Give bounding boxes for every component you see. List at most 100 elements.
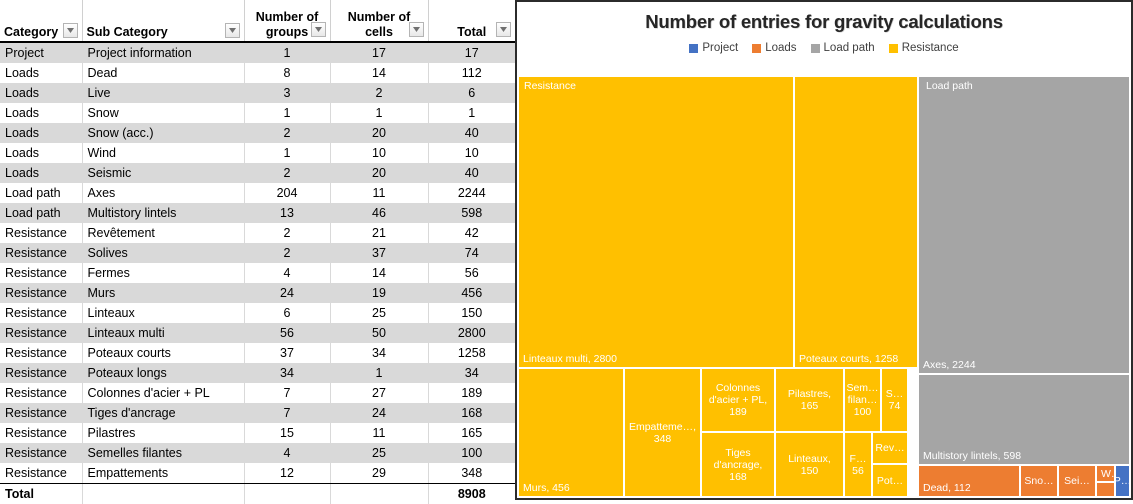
filter-dropdown-category[interactable] — [63, 23, 78, 38]
cell-subcategory[interactable]: Dead — [82, 63, 244, 83]
treemap-tile-dead[interactable]: Dead, 112 — [919, 466, 1019, 496]
legend-item-load-path[interactable]: Load path — [811, 42, 875, 54]
cell-category[interactable]: Resistance — [0, 323, 82, 343]
cell-groups[interactable]: 1 — [244, 42, 330, 63]
treemap-tile-linteaux[interactable]: Linteaux, 150 — [776, 433, 843, 496]
table-row[interactable]: ResistanceColonnes d'acier + PL727189 — [0, 383, 515, 403]
cell-subcategory[interactable]: Tiges d'ancrage — [82, 403, 244, 423]
cell-subcategory[interactable]: Linteaux multi — [82, 323, 244, 343]
table-row[interactable]: ResistanceMurs2419456 — [0, 283, 515, 303]
treemap-tile-murs[interactable]: Murs, 456 — [519, 369, 623, 496]
cell-total[interactable]: 1258 — [428, 343, 515, 363]
cell-category[interactable]: Resistance — [0, 223, 82, 243]
treemap-tile-project-information[interactable]: P… — [1116, 466, 1129, 496]
cell-groups[interactable]: 15 — [244, 423, 330, 443]
cell-groups[interactable]: 4 — [244, 443, 330, 463]
cell-total[interactable]: 165 — [428, 423, 515, 443]
treemap-tile-snow-acc[interactable]: Sno… — [1021, 466, 1057, 496]
cell-groups[interactable]: 56 — [244, 323, 330, 343]
cell-total[interactable]: 17 — [428, 42, 515, 63]
cell-subcategory[interactable]: Poteaux courts — [82, 343, 244, 363]
cell-total[interactable]: 150 — [428, 303, 515, 323]
table-row[interactable]: ResistanceLinteaux multi56502800 — [0, 323, 515, 343]
cell-category[interactable]: Loads — [0, 143, 82, 163]
filter-dropdown-number-of-groups[interactable] — [311, 22, 326, 37]
cell-category[interactable]: Resistance — [0, 303, 82, 323]
table-row[interactable]: Load pathMultistory lintels1346598 — [0, 203, 515, 223]
cell-cells[interactable]: 46 — [330, 203, 428, 223]
cell-subcategory[interactable]: Snow (acc.) — [82, 123, 244, 143]
cell-subcategory[interactable]: Colonnes d'acier + PL — [82, 383, 244, 403]
cell-cells[interactable]: 2 — [330, 83, 428, 103]
cell-total[interactable]: 456 — [428, 283, 515, 303]
cell-subcategory[interactable]: Seismic — [82, 163, 244, 183]
cell-cells[interactable]: 37 — [330, 243, 428, 263]
legend-item-project[interactable]: Project — [689, 42, 738, 54]
table-row[interactable]: ResistancePoteaux courts37341258 — [0, 343, 515, 363]
treemap-tile-wind[interactable]: W… — [1097, 466, 1114, 481]
cell-groups[interactable]: 2 — [244, 223, 330, 243]
table-row[interactable]: LoadsLive326 — [0, 83, 515, 103]
cell-cells[interactable]: 29 — [330, 463, 428, 484]
treemap-tile-empattements[interactable]: Empatteme…, 348 — [625, 369, 700, 496]
cell-cells[interactable]: 27 — [330, 383, 428, 403]
cell-cells[interactable]: 25 — [330, 303, 428, 323]
legend-item-loads[interactable]: Loads — [752, 42, 796, 54]
treemap-tile-pilastres[interactable]: Pilastres, 165 — [776, 369, 843, 431]
cell-cells[interactable]: 10 — [330, 143, 428, 163]
treemap-tile-colonnes-d-acier-pl[interactable]: Colonnes d'acier + PL, 189 — [702, 369, 774, 431]
table-row[interactable]: ResistanceSemelles filantes425100 — [0, 443, 515, 463]
cell-subcategory[interactable]: Live — [82, 83, 244, 103]
cell-category[interactable]: Resistance — [0, 443, 82, 463]
cell-groups[interactable]: 1 — [244, 103, 330, 123]
table-row[interactable]: ResistanceEmpattements1229348 — [0, 463, 515, 484]
cell-category[interactable]: Project — [0, 42, 82, 63]
cell-subcategory[interactable]: Snow — [82, 103, 244, 123]
cell-cells[interactable]: 21 — [330, 223, 428, 243]
cell-category[interactable]: Resistance — [0, 363, 82, 383]
cell-category[interactable]: Loads — [0, 63, 82, 83]
treemap-tile-linteaux-multi[interactable]: Linteaux multi, 2800 — [519, 77, 793, 367]
cell-category[interactable]: Load path — [0, 183, 82, 203]
treemap-tile-fermes[interactable]: F… 56 — [845, 433, 871, 496]
treemap-tile-seismic[interactable]: Sei… — [1059, 466, 1095, 496]
cell-cells[interactable]: 20 — [330, 123, 428, 143]
cell-cells[interactable]: 1 — [330, 103, 428, 123]
cell-total[interactable]: 168 — [428, 403, 515, 423]
cell-category[interactable]: Loads — [0, 163, 82, 183]
cell-total[interactable]: 189 — [428, 383, 515, 403]
cell-cells[interactable]: 25 — [330, 443, 428, 463]
cell-total[interactable]: 40 — [428, 163, 515, 183]
cell-total[interactable]: 100 — [428, 443, 515, 463]
cell-subcategory[interactable]: Fermes — [82, 263, 244, 283]
cell-cells[interactable]: 11 — [330, 183, 428, 203]
cell-total[interactable]: 6 — [428, 83, 515, 103]
table-row[interactable]: LoadsSnow (acc.)22040 — [0, 123, 515, 143]
cell-subcategory[interactable]: Linteaux — [82, 303, 244, 323]
cell-total[interactable]: 10 — [428, 143, 515, 163]
treemap-tile-poteaux-longs[interactable]: Pot… — [873, 465, 907, 496]
treemap-tile-solives[interactable]: S… 74 — [882, 369, 907, 431]
table-row[interactable]: LoadsDead814112 — [0, 63, 515, 83]
cell-subcategory[interactable]: Project information — [82, 42, 244, 63]
filter-dropdown-total[interactable] — [496, 22, 511, 37]
cell-category[interactable]: Loads — [0, 103, 82, 123]
cell-total[interactable]: 1 — [428, 103, 515, 123]
treemap-chart-pane[interactable]: Number of entries for gravity calculatio… — [515, 0, 1133, 500]
cell-total[interactable]: 40 — [428, 123, 515, 143]
cell-cells[interactable]: 11 — [330, 423, 428, 443]
cell-groups[interactable]: 2 — [244, 163, 330, 183]
cell-cells[interactable]: 24 — [330, 403, 428, 423]
cell-subcategory[interactable]: Semelles filantes — [82, 443, 244, 463]
cell-category[interactable]: Resistance — [0, 403, 82, 423]
cell-category[interactable]: Resistance — [0, 283, 82, 303]
cell-subcategory[interactable]: Revêtement — [82, 223, 244, 243]
cell-subcategory[interactable]: Wind — [82, 143, 244, 163]
cell-cells[interactable]: 14 — [330, 263, 428, 283]
cell-cells[interactable]: 1 — [330, 363, 428, 383]
cell-total[interactable]: 112 — [428, 63, 515, 83]
cell-cells[interactable]: 17 — [330, 42, 428, 63]
cell-category[interactable]: Loads — [0, 123, 82, 143]
treemap-plot-area[interactable]: Linteaux multi, 2800Poteaux courts, 1258… — [517, 75, 1131, 498]
cell-subcategory[interactable]: Axes — [82, 183, 244, 203]
